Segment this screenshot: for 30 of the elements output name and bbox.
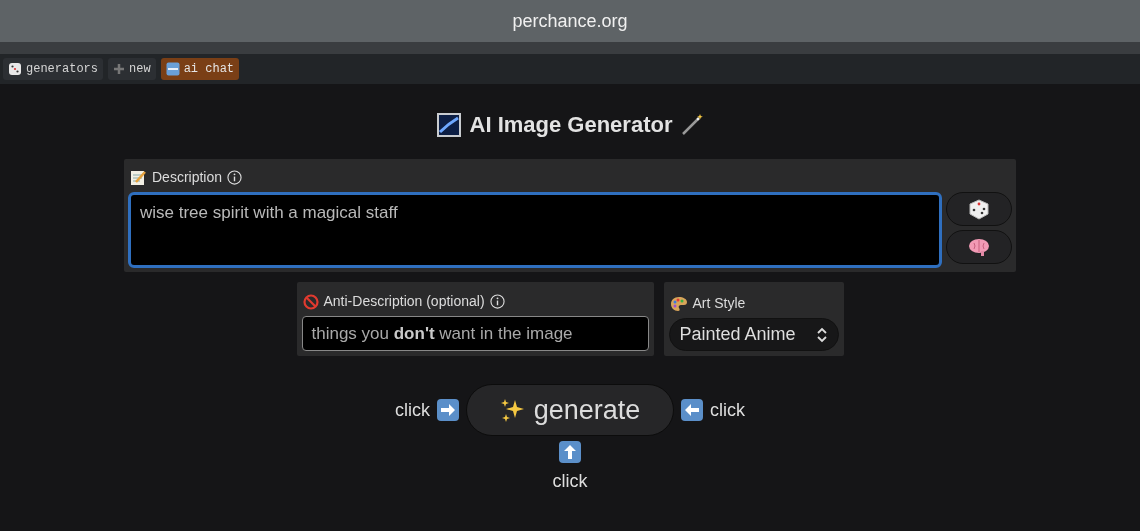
anti-description-label: Anti-Description (optional) (323, 292, 485, 311)
art-style-select[interactable]: Painted Anime (668, 318, 839, 351)
badge-icon (165, 62, 180, 76)
art-style-label: Art Style (692, 294, 746, 313)
chevrons-icon (815, 326, 828, 343)
click-hint: click (710, 398, 745, 422)
nav-tab[interactable]: generators (3, 58, 103, 80)
random-button[interactable] (946, 192, 1012, 226)
info-icon (489, 294, 505, 309)
galaxy-icon (435, 111, 462, 138)
dice-icon (967, 197, 991, 221)
brain-icon (967, 237, 991, 257)
plus-icon (113, 63, 125, 75)
click-hint: click (552, 470, 588, 493)
prohibited-icon (302, 293, 319, 310)
page-title: AI Image Generator (469, 111, 673, 139)
brain-button[interactable] (946, 230, 1012, 264)
magic-wand-icon (680, 112, 705, 137)
url-text[interactable]: perchance.org (512, 7, 628, 35)
click-hint: click (395, 398, 430, 422)
generate-button[interactable]: generate (466, 384, 674, 436)
info-icon (227, 170, 243, 185)
palette-icon (669, 295, 688, 312)
nav-tab[interactable]: ai chat (160, 58, 240, 80)
nav-tab[interactable]: new (108, 58, 156, 80)
dice-icon (8, 62, 22, 76)
memo-icon (130, 169, 147, 186)
description-field[interactable]: wise tree spirit with a magical staff (128, 192, 942, 268)
anti-description-field[interactable]: things you don't want in the image (301, 316, 649, 351)
description-label: Description (152, 168, 223, 187)
